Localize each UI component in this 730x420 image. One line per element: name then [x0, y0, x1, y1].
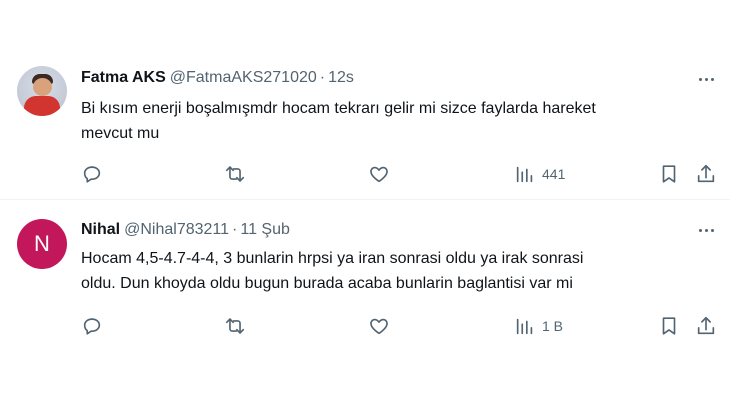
- avatar[interactable]: [17, 66, 67, 116]
- like-button[interactable]: [368, 315, 390, 337]
- retweet-button[interactable]: [224, 315, 246, 337]
- tweet[interactable]: Fatma AKS @FatmaAKS271020 · 12s Bi kısım en…: [0, 46, 730, 200]
- bookmark-button[interactable]: [658, 315, 680, 337]
- like-icon: [370, 318, 388, 335]
- reply-button[interactable]: [81, 315, 103, 337]
- retweet-icon: [225, 318, 245, 334]
- reply-button[interactable]: [81, 163, 103, 185]
- tweet-header: Nihal @Nihal783211 · 11 Şub: [81, 220, 290, 240]
- retweet-icon: [225, 166, 245, 182]
- share-icon: [697, 316, 715, 335]
- tweet-text: Hocam 4,5-4.7-4-4, 3 bunlarin hrpsi ya i…: [81, 246, 711, 296]
- user-handle[interactable]: @FatmaAKS271020: [170, 69, 317, 86]
- tweet-text: Bi kısım enerji boşalmışmdr hocam tekrar…: [81, 96, 711, 146]
- share-icon: [697, 164, 715, 183]
- tweet-text-line: mevcut mu: [81, 125, 160, 142]
- reply-icon: [83, 318, 101, 335]
- avatar[interactable]: N: [17, 219, 67, 269]
- timestamp[interactable]: 11 Şub: [240, 221, 290, 238]
- more-icon[interactable]: [694, 221, 718, 239]
- avatar-shirt: [24, 96, 60, 116]
- views-icon: [516, 166, 533, 183]
- separator: ·: [232, 221, 238, 238]
- share-button[interactable]: [695, 315, 717, 337]
- views-button[interactable]: 1 B: [514, 315, 563, 337]
- bookmark-icon: [662, 317, 676, 335]
- views-count: 1 B: [542, 318, 564, 334]
- views-button[interactable]: 441: [514, 163, 565, 185]
- retweet-button[interactable]: [224, 163, 246, 185]
- separator: ·: [319, 69, 326, 86]
- like-button[interactable]: [368, 163, 390, 185]
- avatar-letter: N: [34, 231, 50, 256]
- tweet-text-line: oldu. Dun khoyda oldu bugun burada acaba…: [81, 275, 573, 292]
- bookmark-icon: [662, 165, 676, 183]
- tweet-text-line: Bi kısım enerji boşalmışmdr hocam tekrar…: [81, 100, 596, 117]
- tweet-header: Fatma AKS @FatmaAKS271020 · 12s: [81, 68, 354, 88]
- tweet[interactable]: N Nihal @Nihal783211 · 11 Şub Hocam 4,5-4.7…: [0, 201, 730, 351]
- like-icon: [370, 166, 388, 183]
- views-icon: [516, 318, 533, 335]
- display-name[interactable]: Fatma AKS: [81, 69, 166, 86]
- more-icon[interactable]: [694, 70, 718, 88]
- user-handle[interactable]: @Nihal783211: [124, 221, 229, 238]
- tweet-text-line: Hocam 4,5-4.7-4-4, 3 bunlarin hrpsi ya i…: [81, 250, 584, 267]
- avatar-face: [33, 78, 52, 96]
- display-name[interactable]: Nihal: [81, 221, 120, 238]
- views-count: 441: [542, 166, 566, 182]
- bookmark-button[interactable]: [658, 163, 680, 185]
- share-button[interactable]: [695, 163, 717, 185]
- timestamp[interactable]: 12s: [328, 69, 354, 86]
- reply-icon: [83, 166, 101, 183]
